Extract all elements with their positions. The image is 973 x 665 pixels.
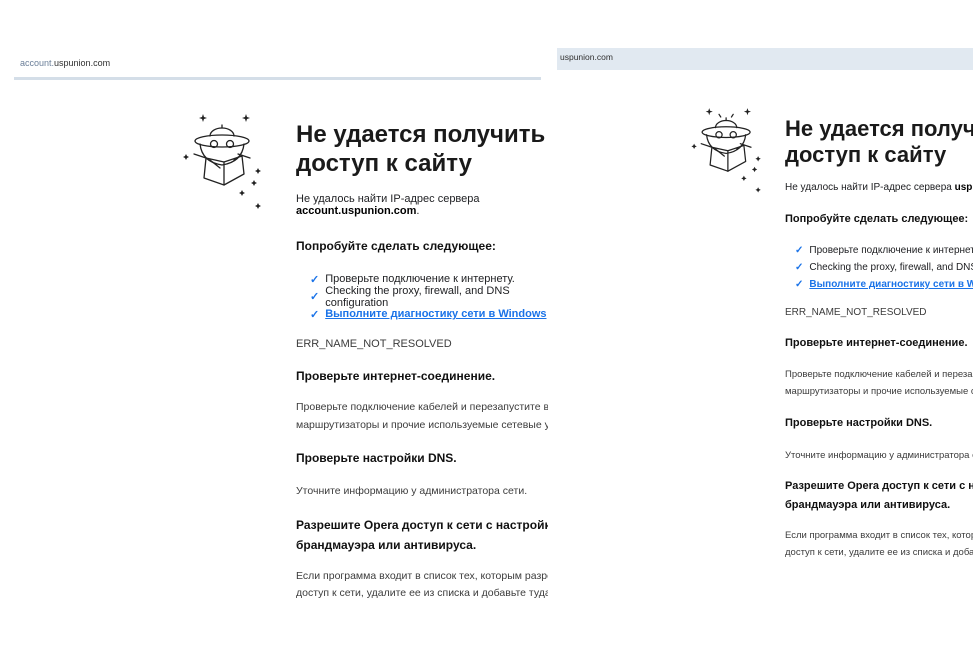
section-title-dns: Проверьте настройки DNS. [296,451,457,466]
section-body-line: Если программа входит в список тех, кото… [296,569,548,582]
address-bar[interactable]: uspunion.com [560,52,613,62]
address-domain: uspunion.com [54,58,111,68]
suggestion-text: Проверьте подключение к интернету. [325,273,515,286]
section-body-line: Проверьте подключение кабелей и перезапу… [785,368,973,380]
checkmark-icon: ✓ [310,291,320,304]
section-body-connection: Проверьте подключение кабелей и перезапу… [296,399,548,434]
error-code: ERR_NAME_NOT_RESOLVED [296,338,452,351]
page-title: Не удается получить доступ к сайту [785,116,973,169]
error-host: uspunion.com [954,181,973,193]
suggestion-text: Checking the proxy, firewall, and DNS co… [809,261,973,273]
section-title-firewall: Разрешите Opera доступ к сети с настройк… [785,477,973,515]
checkmark-icon: ✓ [310,273,320,286]
page-title-line1: Не удается получить [296,121,546,148]
section-body-line: Проверьте подключение кабелей и перезапу… [296,401,548,414]
error-description: Не удалось найти IP-адрес сервера accoun… [296,193,548,217]
section-body-line: Если программа входит в список тех, кото… [785,529,973,541]
section-body-firewall: Если программа входит в список тех, кото… [785,527,973,561]
section-title-line: брандмауэра или антивируса. [785,498,951,511]
error-description: Не удалось найти IP-адрес сервера uspuni… [785,182,973,193]
section-body-line: маршрутизаторы и прочие используемые сет… [785,385,973,397]
section-title-connection: Проверьте интернет-соединение. [785,336,968,349]
try-heading: Попробуйте сделать следующее: [296,238,496,253]
error-code: ERR_NAME_NOT_RESOLVED [785,306,927,318]
try-heading: Попробуйте сделать следующее: [785,212,969,225]
address-bar[interactable]: account.uspunion.com [20,58,110,68]
suggestion-text: Checking the proxy, firewall, and DNS co… [325,284,510,309]
checkmark-icon: ✓ [795,244,804,256]
network-diagnostics-link[interactable]: Выполните диагностику сети в Windows [325,308,546,320]
suggestions-list: ✓ Проверьте подключение к интернету. ✓ Che… [310,271,548,324]
error-description-suffix: . [416,204,420,217]
left-error-page: account.uspunion.com Не удается получить… [0,0,548,665]
section-title-line: Разрешите Opera доступ к сети с настройк [785,479,973,492]
section-body-connection: Проверьте подключение кабелей и перезапу… [785,366,973,400]
suggestion-text: Проверьте подключение к интернету. [809,244,973,256]
section-body-line: доступ к сети, удалите ее из списка и до… [785,546,973,558]
ufo-robot-icon [183,114,261,209]
suggestion-item: ✓ Checking the proxy, firewall, and DNS c… [795,259,973,276]
checkmark-icon: ✓ [310,308,320,321]
address-subdomain: account. [20,58,55,68]
error-content: Не удается получить доступ к сайту Не уд… [296,121,548,603]
suggestion-item[interactable]: ✓ Выполните диагностику сети в Windows [795,276,973,293]
right-error-page: uspunion.com Не удается получ доступ к с… [557,0,973,665]
ufo-robot-icon [691,108,761,193]
network-diagnostics-link[interactable]: Выполните диагностику сети в Windows [809,279,973,290]
section-body-dns: Уточните информацию у администратора сет… [296,485,528,498]
section-title-firewall: Разрешите Opera доступ к сети с настройк… [296,515,548,555]
error-description-text: Не удалось найти IP-адрес сервера [296,192,480,205]
suggestions-list: ✓ Проверьте подключение к интернету. ✓ Che… [795,242,973,293]
page-title-line2: доступ к сайту [785,142,947,168]
error-content: Не удается получить доступ к сайту Не уд… [785,116,973,561]
page-title-line2: доступ к сайту [296,149,472,177]
page-title: Не удается получить доступ к сайту [296,121,548,179]
section-title-line: брандмауэра или антивируса. [296,537,477,552]
section-body-dns: Уточните информацию у администратора сет… [785,449,973,461]
checkmark-icon: ✓ [795,261,804,273]
error-description-text: Не удалось найти IP-адрес сервера [785,181,955,193]
section-title-connection: Проверьте интернет-соединение. [296,369,496,384]
address-bar-background [557,48,973,70]
section-title-dns: Проверьте настройки DNS. [785,416,933,429]
section-title-line: Разрешите Opera доступ к сети с настройк… [296,517,548,532]
suggestion-item: ✓ Проверьте подключение к интернету. [795,242,973,259]
section-body-line: доступ к сети, удалите ее из списка и до… [296,587,548,600]
checkmark-icon: ✓ [795,278,804,290]
page-title-line1: Не удается получить [785,116,973,141]
error-host: account.uspunion.com [296,204,417,217]
address-bar-underline [14,77,541,80]
section-body-firewall: Если программа входит в список тех, кото… [296,568,548,603]
suggestion-item: ✓ Checking the proxy, firewall, and DNS c… [310,284,548,309]
suggestion-item[interactable]: ✓ Выполните диагностику сети в Windows [310,306,548,324]
section-body-line: маршрутизаторы и прочие используемые сет… [296,418,548,431]
